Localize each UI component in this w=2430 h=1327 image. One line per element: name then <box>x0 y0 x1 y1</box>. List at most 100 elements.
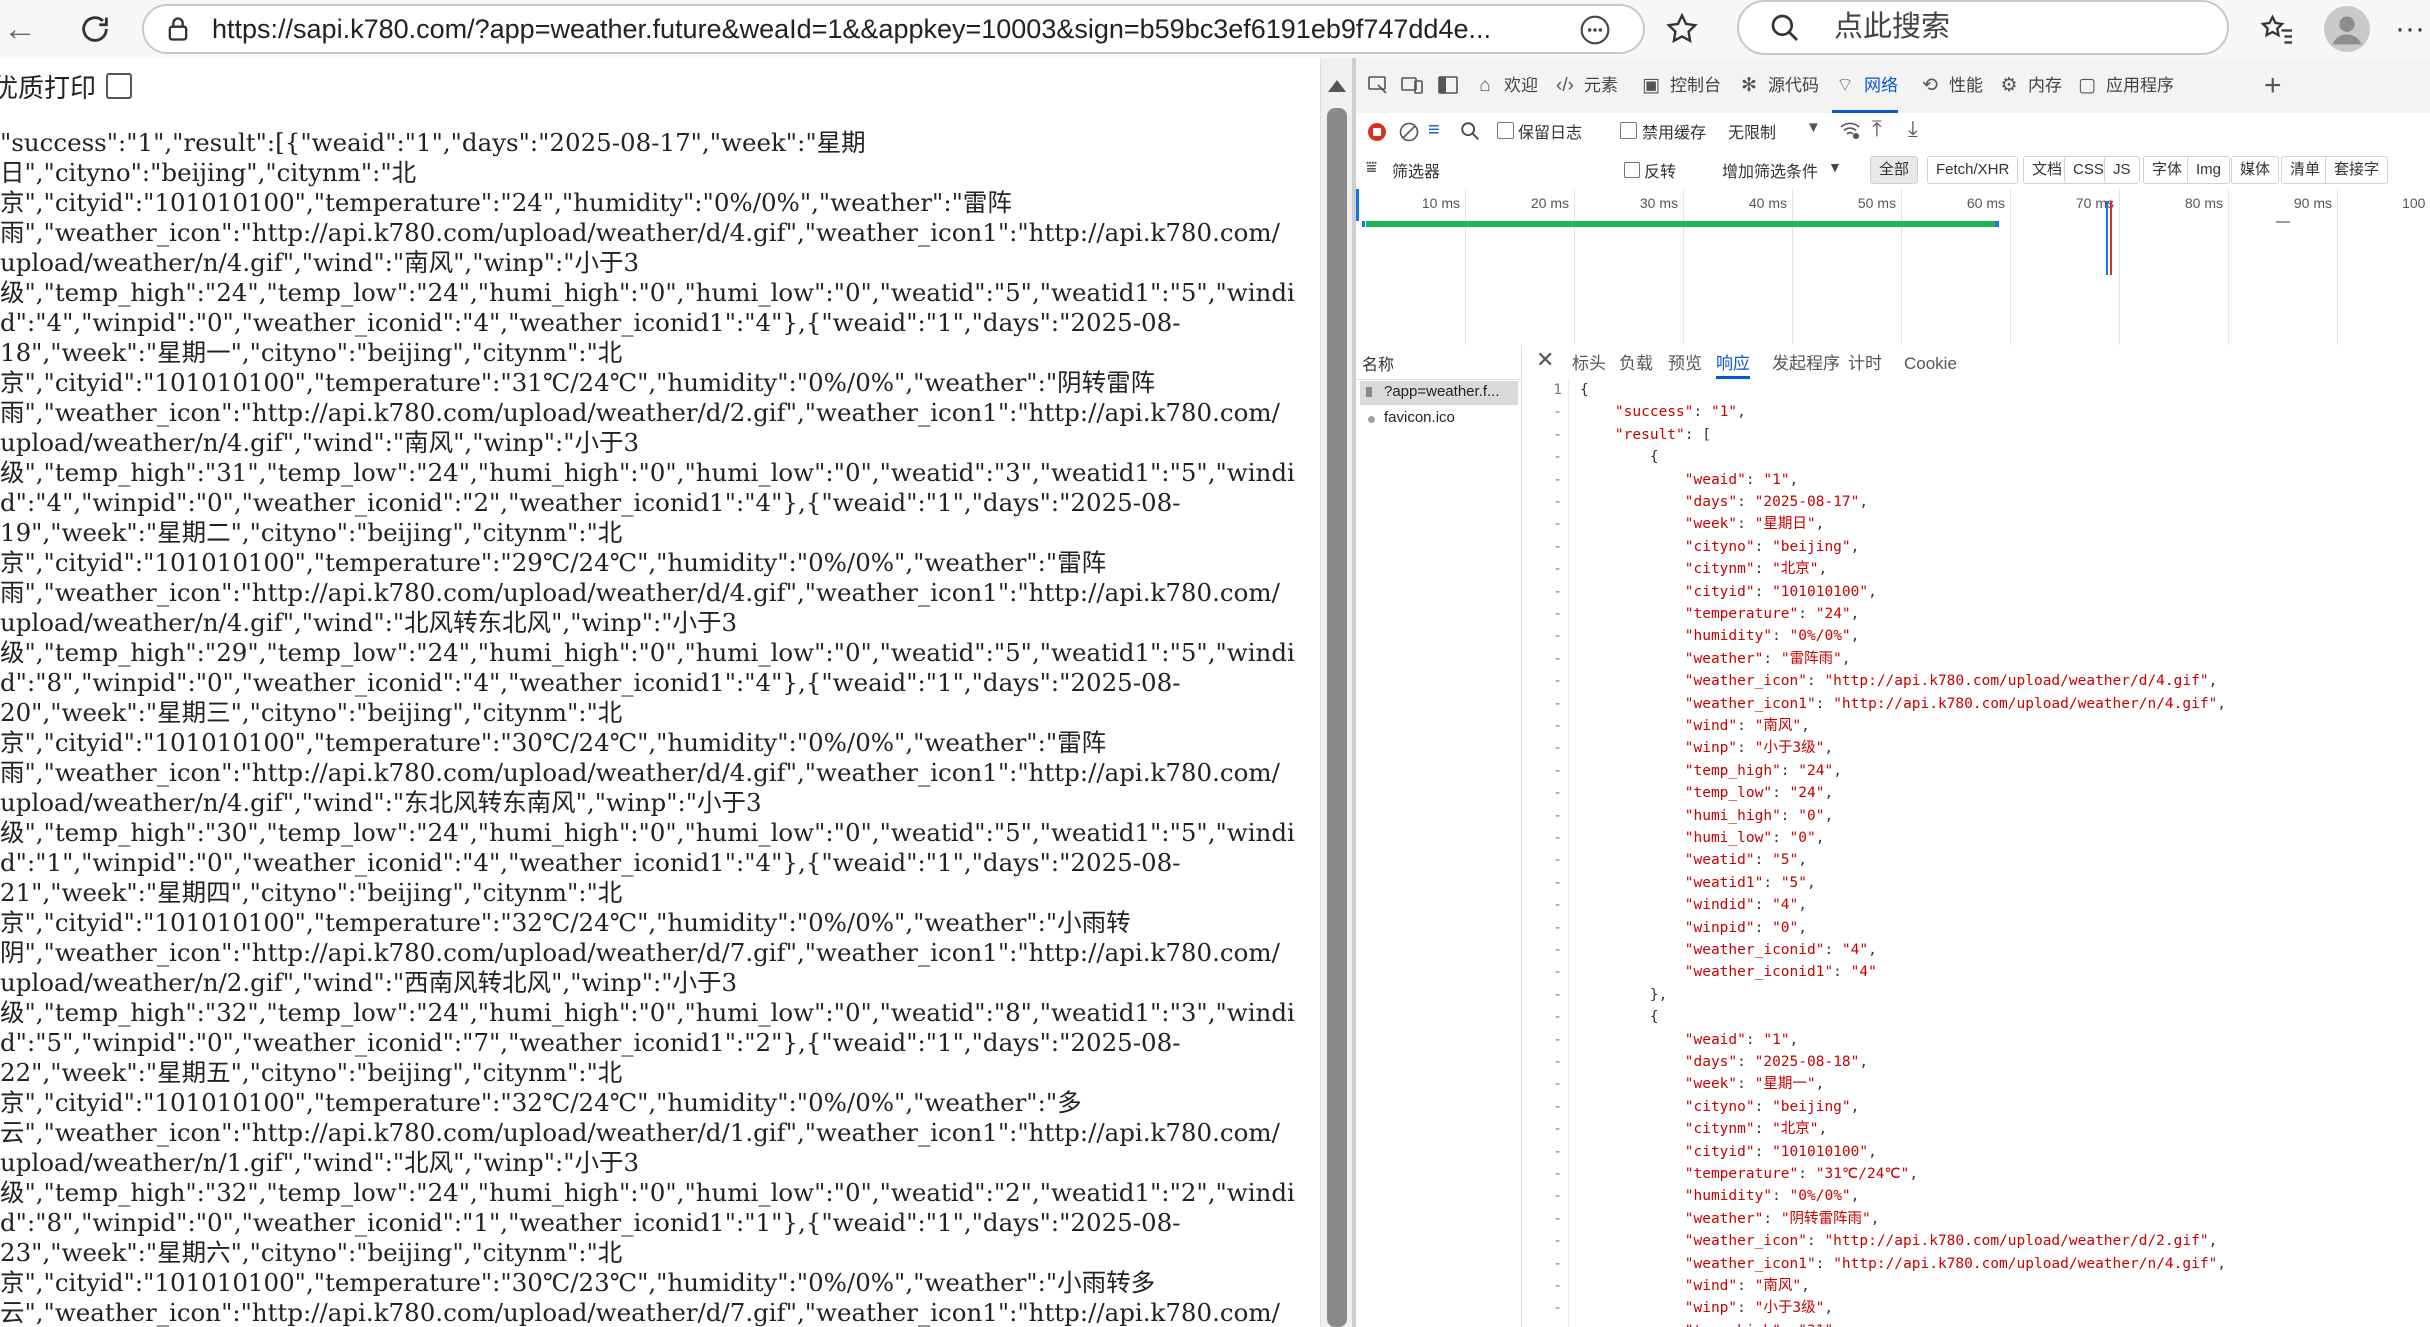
url-text[interactable]: https://sapi.k780.com/?app=weather.futur… <box>212 6 1552 52</box>
tab-application[interactable]: ▢ 应用程序 <box>2074 58 2174 113</box>
clear-icon[interactable] <box>1398 121 1420 148</box>
menu-dots-icon[interactable]: ··· <box>2390 0 2430 58</box>
response-code-line: - "citynm": "北京", <box>1522 558 2430 580</box>
invert-checkbox[interactable] <box>1624 162 1640 178</box>
response-code-line: - "cityno": "beijing", <box>1522 1096 2430 1118</box>
raw-json-line: d":"4","winpid":"0","weather_iconid":"2"… <box>0 488 1181 517</box>
response-code-line: - "weather_icon1": "http://api.k780.com/… <box>1522 693 2430 715</box>
response-code-line: - "week": "星期一", <box>1522 1073 2430 1095</box>
detail-tab[interactable]: 负载 <box>1619 345 1653 379</box>
more-filters-chevron-icon[interactable]: ▼ <box>1828 159 1842 175</box>
code-text: "weather_icon1": "http://api.k780.com/up… <box>1684 695 2227 712</box>
print-checkbox[interactable] <box>106 73 133 99</box>
code-text: "winp": "小于3级", <box>1684 740 1834 757</box>
tab-elements[interactable]: ‹/› 元素 <box>1552 58 1618 113</box>
detail-tab[interactable]: 响应 <box>1716 345 1750 379</box>
scrollbar-thumb[interactable] <box>1327 108 1347 1327</box>
raw-json-line: upload/weather/n/4.gif","wind":"南风","win… <box>0 248 640 277</box>
code-text: "temp_high": "31", <box>1580 1320 1842 1327</box>
raw-json-line: 级","temp_high":"30","temp_low":"24","hum… <box>0 818 1295 847</box>
tab-sources[interactable]: ✻ 源代码 <box>1736 58 1819 113</box>
response-code-line: - "temp_low": "24", <box>1522 782 2430 804</box>
favorite-star-icon[interactable] <box>1660 0 1704 58</box>
response-code-line: - "weather_icon": "http://api.k780.com/u… <box>1522 670 2430 692</box>
detail-tab[interactable]: 计时 <box>1848 345 1882 379</box>
tab-memory[interactable]: ⚙ 内存 <box>1996 58 2062 113</box>
filter-input[interactable]: 筛选器 <box>1392 158 1440 182</box>
throttle-select[interactable]: 无限制 <box>1728 119 1776 143</box>
import-har-icon[interactable]: ⤒ <box>1872 116 1882 142</box>
request-row[interactable]: favicon.ico <box>1360 407 1518 431</box>
memory-icon: ⚙ <box>2000 75 2018 96</box>
disable-cache-checkbox[interactable] <box>1620 122 1637 139</box>
record-stop-icon[interactable] <box>1366 121 1388 148</box>
line-gutter: - <box>1553 449 1562 466</box>
detail-tab[interactable]: 发起程序 <box>1772 345 1840 379</box>
preserve-log-checkbox[interactable] <box>1497 122 1514 139</box>
code-text: "winpid": "0", <box>1684 919 1808 936</box>
raw-json-line: 京","cityid":"101010100","temperature":"3… <box>0 728 1107 757</box>
add-tab-icon[interactable]: + <box>2264 58 2282 113</box>
page-scrollbar[interactable] <box>1320 58 1353 1327</box>
back-icon[interactable]: ← <box>0 0 40 58</box>
timeline-tick-label: 40 ms <box>1748 195 1787 211</box>
dock-side-icon[interactable] <box>1436 73 1460 102</box>
inspect-element-icon[interactable] <box>1366 73 1390 102</box>
code-text: "weather_iconid": "4", <box>1684 942 1877 958</box>
filter-type-button[interactable]: 字体 <box>2143 156 2192 184</box>
code-text: "days": "2025-08-18", <box>1684 1054 1869 1070</box>
scroll-up-arrow-icon[interactable] <box>1328 80 1346 92</box>
favorites-list-icon[interactable] <box>2255 0 2299 58</box>
name-column-header[interactable]: 名称 <box>1362 351 1394 375</box>
filter-toggle-icon[interactable]: ≡ <box>1428 119 1440 142</box>
search-network-icon[interactable] <box>1459 120 1481 147</box>
filter-type-button[interactable]: 全部 <box>1870 156 1919 184</box>
filter-type-button[interactable]: 媒体 <box>2231 156 2280 184</box>
bug-icon: ✻ <box>1741 75 1757 96</box>
filter-type-button[interactable]: 清单 <box>2281 156 2330 184</box>
tab-console[interactable]: ▣ 控制台 <box>1638 58 1721 113</box>
code-text: "weather_icon": "http://api.k780.com/upl… <box>1684 673 2218 690</box>
profile-avatar-icon[interactable] <box>2322 0 2372 58</box>
line-gutter: - <box>1553 852 1562 869</box>
timeline-tick: 60 ms <box>1967 189 2011 345</box>
address-bar[interactable]: https://sapi.k780.com/?app=weather.futur… <box>142 4 1645 54</box>
search-placeholder[interactable]: 点此搜索 <box>1834 2 1950 53</box>
request-row-selected[interactable]: ?app=weather.f... <box>1360 381 1518 405</box>
print-option[interactable]: 优质打印 <box>0 58 133 114</box>
filter-type-button[interactable]: 套接字 <box>2325 156 2389 184</box>
site-info-icon[interactable] <box>164 15 192 48</box>
network-conditions-icon[interactable] <box>1838 118 1862 147</box>
more-filters-button[interactable]: 增加筛选条件 <box>1722 158 1818 182</box>
close-icon[interactable]: ✕ <box>1536 347 1554 373</box>
response-code-line: - "weather_iconid": "4", <box>1522 939 2430 961</box>
device-emulation-icon[interactable] <box>1400 73 1424 102</box>
response-code-line: - "cityno": "beijing", <box>1522 536 2430 558</box>
more-options-icon[interactable] <box>1579 14 1611 51</box>
raw-json-line: 京","cityid":"101010100","temperature":"2… <box>0 548 1107 577</box>
refresh-icon[interactable] <box>70 0 120 58</box>
search-box[interactable]: 点此搜索 <box>1737 0 2229 55</box>
line-gutter: - <box>1553 695 1562 712</box>
tab-network[interactable]: ⌔ 网络 <box>1832 58 1898 113</box>
raw-json-line: upload/weather/n/4.gif","wind":"东北风转东南风"… <box>0 788 762 817</box>
line-gutter: - <box>1522 1320 1562 1327</box>
chevron-down-icon[interactable]: ▼ <box>1806 119 1821 136</box>
detail-tab[interactable]: 标头 <box>1572 345 1606 379</box>
raw-json-line: 21","week":"星期四","cityno":"beijing","cit… <box>0 878 623 907</box>
export-har-icon[interactable]: ⤓ <box>1908 116 1918 142</box>
filter-type-button[interactable]: Img <box>2187 156 2231 184</box>
detail-tab[interactable]: 预览 <box>1668 345 1702 379</box>
request-name[interactable]: favicon.ico <box>1384 409 1455 426</box>
filter-type-button[interactable]: Fetch/XHR <box>1927 156 2019 184</box>
domcontentloaded-line <box>2106 201 2108 275</box>
code-text: "humi_high": "0", <box>1684 807 1834 824</box>
detail-tab[interactable]: Cookie <box>1904 345 1957 379</box>
network-overview-timeline[interactable]: 10 ms 20 ms 30 ms 40 ms 50 ms 60 ms 70 ms 80 ms… <box>1356 189 2430 346</box>
filter-type-button[interactable]: JS <box>2104 156 2140 184</box>
line-gutter: - <box>1553 762 1562 779</box>
request-name[interactable]: ?app=weather.f... <box>1384 383 1500 400</box>
tab-performance[interactable]: ⟲ 性能 <box>1917 58 1983 113</box>
tab-welcome[interactable]: ⌂ 欢迎 <box>1472 58 1538 113</box>
tab-label: 源代码 <box>1768 76 1819 95</box>
